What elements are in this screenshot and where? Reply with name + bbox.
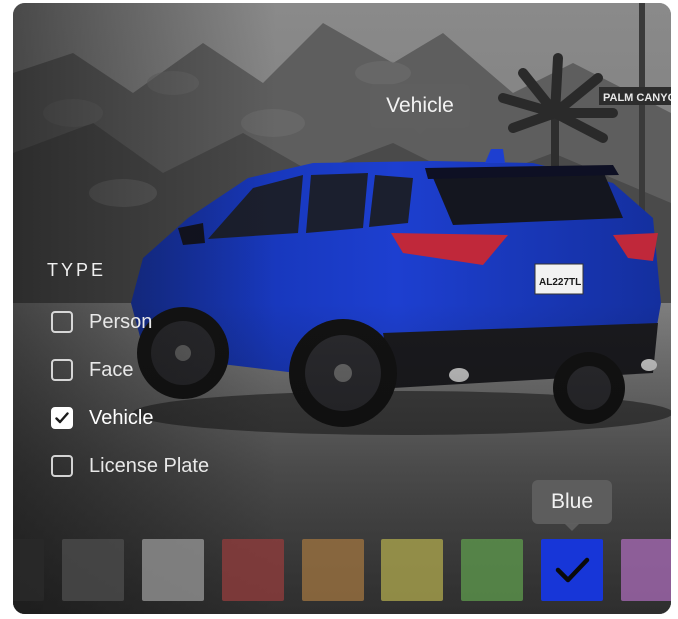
- type-option-label: Person: [89, 310, 153, 333]
- tooltip-arrow: [412, 127, 428, 135]
- license-plate-text: AL227TL: [539, 277, 581, 288]
- color-swatch[interactable]: [142, 539, 204, 601]
- color-swatch[interactable]: [222, 539, 284, 601]
- selected-color-label: Blue: [550, 490, 594, 513]
- color-swatch[interactable]: [62, 539, 124, 601]
- street-sign-text: PALM CANYON D: [603, 92, 671, 104]
- color-swatch[interactable]: [461, 539, 523, 601]
- type-option-face[interactable]: Face: [51, 355, 133, 385]
- checkmark-icon: [55, 412, 69, 424]
- type-option-label: License Plate: [89, 454, 210, 477]
- checkmark-icon: [555, 557, 590, 583]
- color-swatch-row: [13, 539, 671, 601]
- type-option-license-plate[interactable]: License Plate: [51, 451, 209, 481]
- tooltip-arrow: [564, 523, 580, 531]
- color-swatch[interactable]: [381, 539, 443, 601]
- detected-object-tooltip: Vehicle: [370, 84, 470, 135]
- checkbox-person[interactable]: [51, 311, 73, 333]
- type-option-label: Face: [89, 358, 134, 381]
- type-option-person[interactable]: Person: [51, 307, 152, 337]
- checkbox-license-plate[interactable]: [51, 455, 73, 477]
- color-swatch[interactable]: [13, 539, 44, 601]
- color-swatch[interactable]: [621, 539, 671, 601]
- checkbox-vehicle[interactable]: [51, 407, 73, 429]
- image-card: PALM CANYON D AL227TL: [13, 3, 671, 614]
- checkbox-face[interactable]: [51, 359, 73, 381]
- detected-object-label: Vehicle: [386, 94, 454, 117]
- selected-color-tooltip: Blue: [532, 480, 612, 531]
- type-option-label: Vehicle: [89, 406, 154, 429]
- type-filter-heading: TYPE: [47, 260, 107, 280]
- color-swatch-selected[interactable]: [541, 539, 603, 601]
- type-option-vehicle[interactable]: Vehicle: [51, 403, 154, 433]
- color-swatch[interactable]: [302, 539, 364, 601]
